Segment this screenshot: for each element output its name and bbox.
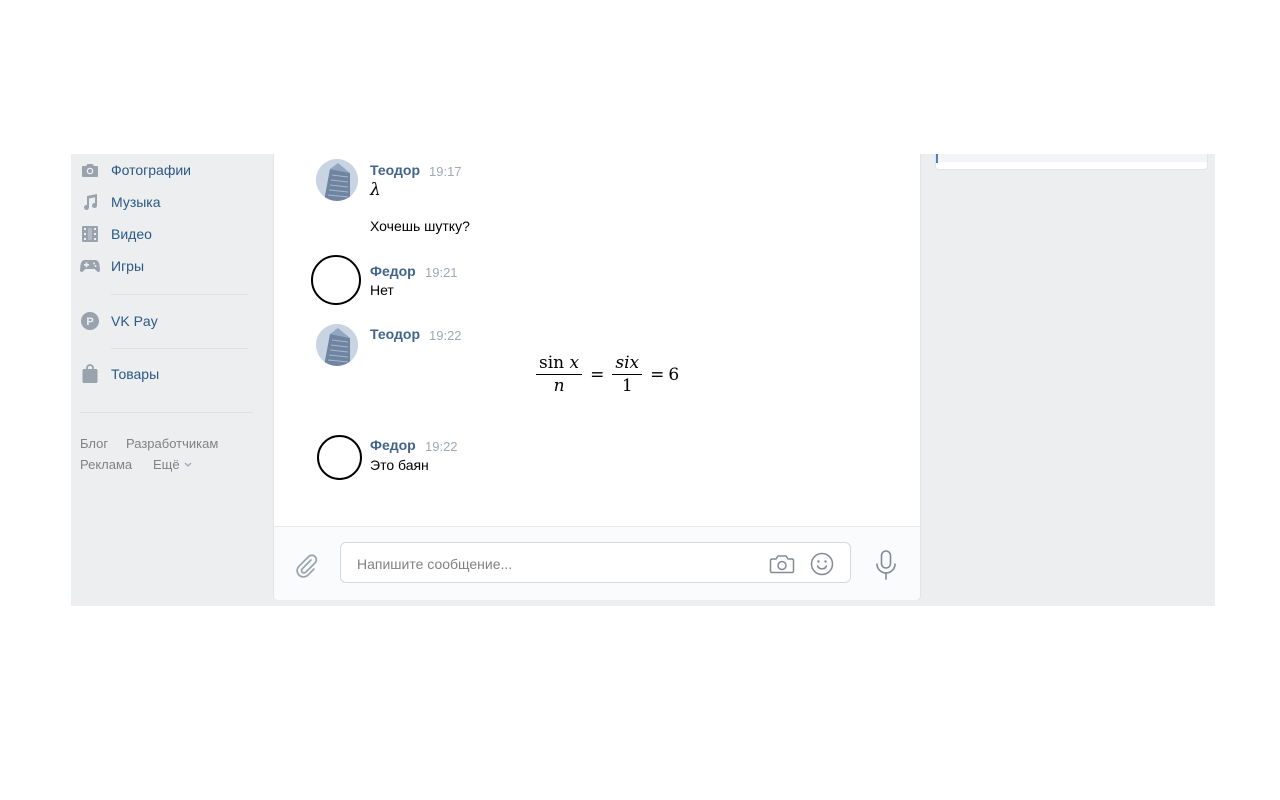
shopping-bag-icon: [80, 364, 100, 384]
vk-pay-icon: P: [80, 311, 100, 331]
nav-label: Фотографии: [111, 162, 192, 178]
formula-result: 6: [668, 364, 680, 385]
equals-sign: =: [650, 364, 665, 385]
selection-accent: [936, 154, 938, 163]
nav-label: Товары: [111, 366, 160, 382]
message-text: Хочешь шутку?: [370, 218, 470, 234]
nav-item-goods[interactable]: Товары: [80, 361, 260, 387]
nav-item-video[interactable]: Видео: [80, 221, 260, 247]
emoji-button[interactable]: [809, 551, 835, 577]
attach-photo-button[interactable]: [769, 552, 795, 576]
music-note-icon: [80, 192, 100, 212]
left-navigation: Фотографии Музыка Видео Игры P VK Pay То…: [71, 154, 261, 606]
right-column-card: [935, 154, 1208, 170]
nav-item-music[interactable]: Музыка: [80, 189, 260, 215]
math-formula: sin x n = six 1 = 6: [532, 354, 679, 395]
fraction: six 1: [612, 354, 643, 396]
avatar-fedor[interactable]: [311, 255, 361, 305]
message-time[interactable]: 19:17: [429, 164, 462, 179]
nav-divider: [80, 412, 253, 413]
nav-label: Видео: [111, 226, 152, 242]
voice-message-button[interactable]: [872, 549, 900, 581]
camera-icon: [80, 160, 100, 180]
smiley-icon: [810, 552, 834, 576]
message-text: Это баян: [370, 457, 429, 473]
avatar-fedor[interactable]: [317, 435, 362, 480]
message-author[interactable]: Теодор: [370, 326, 420, 342]
nav-divider: [111, 294, 248, 295]
footer-more-label: Ещё: [153, 457, 180, 472]
building-photo-icon: [316, 159, 358, 201]
footer-link-blog[interactable]: Блог: [80, 436, 108, 451]
footer-link-ads[interactable]: Реклама: [80, 457, 132, 472]
message-input[interactable]: [355, 552, 759, 576]
nav-item-games[interactable]: Игры: [80, 253, 260, 279]
message-author[interactable]: Теодор: [370, 162, 420, 178]
nav-item-vk-pay[interactable]: P VK Pay: [80, 308, 260, 334]
equals-sign: =: [590, 364, 605, 385]
fraction-denominator: 1: [621, 376, 633, 396]
message-composer: [274, 526, 920, 600]
avatar-teodor[interactable]: [316, 159, 358, 201]
attach-button[interactable]: [292, 551, 320, 579]
chevron-down-icon: [183, 457, 193, 472]
message-author[interactable]: Федор: [370, 437, 416, 453]
building-photo-icon: [316, 324, 358, 366]
message-time[interactable]: 19:21: [425, 265, 458, 280]
message-input-box[interactable]: [340, 542, 851, 583]
gamepad-icon: [80, 256, 100, 276]
nav-item-photos[interactable]: Фотографии: [80, 157, 260, 183]
microphone-icon: [876, 550, 896, 580]
footer-link-developers[interactable]: Разработчикам: [126, 436, 218, 451]
chat-panel: Теодор 19:17 λ Хочешь шутку? Федор 19:21…: [273, 154, 921, 600]
message-time[interactable]: 19:22: [425, 439, 458, 454]
svg-text:P: P: [86, 316, 93, 328]
footer-link-more[interactable]: Ещё: [153, 457, 193, 472]
message-author[interactable]: Федор: [370, 263, 416, 279]
paperclip-icon: [296, 554, 318, 578]
nav-divider: [111, 348, 248, 349]
nav-label: Музыка: [111, 194, 161, 210]
page-area: Фотографии Музыка Видео Игры P VK Pay То…: [71, 154, 1215, 606]
fraction-numerator: sin x: [536, 353, 583, 375]
variable-x: x: [569, 353, 580, 373]
film-icon: [80, 224, 100, 244]
fraction-denominator: n: [553, 376, 565, 396]
message-time[interactable]: 19:22: [429, 328, 462, 343]
fraction-numerator: six: [612, 354, 643, 375]
fraction: sin x n: [536, 353, 583, 396]
avatar-teodor[interactable]: [316, 324, 358, 366]
message-text: Нет: [370, 282, 394, 298]
nav-label: VK Pay: [111, 313, 158, 329]
sin-text: sin: [539, 353, 565, 373]
right-card-inner: [936, 154, 1207, 162]
nav-label: Игры: [111, 258, 145, 274]
camera-icon: [769, 555, 795, 574]
message-text: λ: [370, 180, 381, 200]
